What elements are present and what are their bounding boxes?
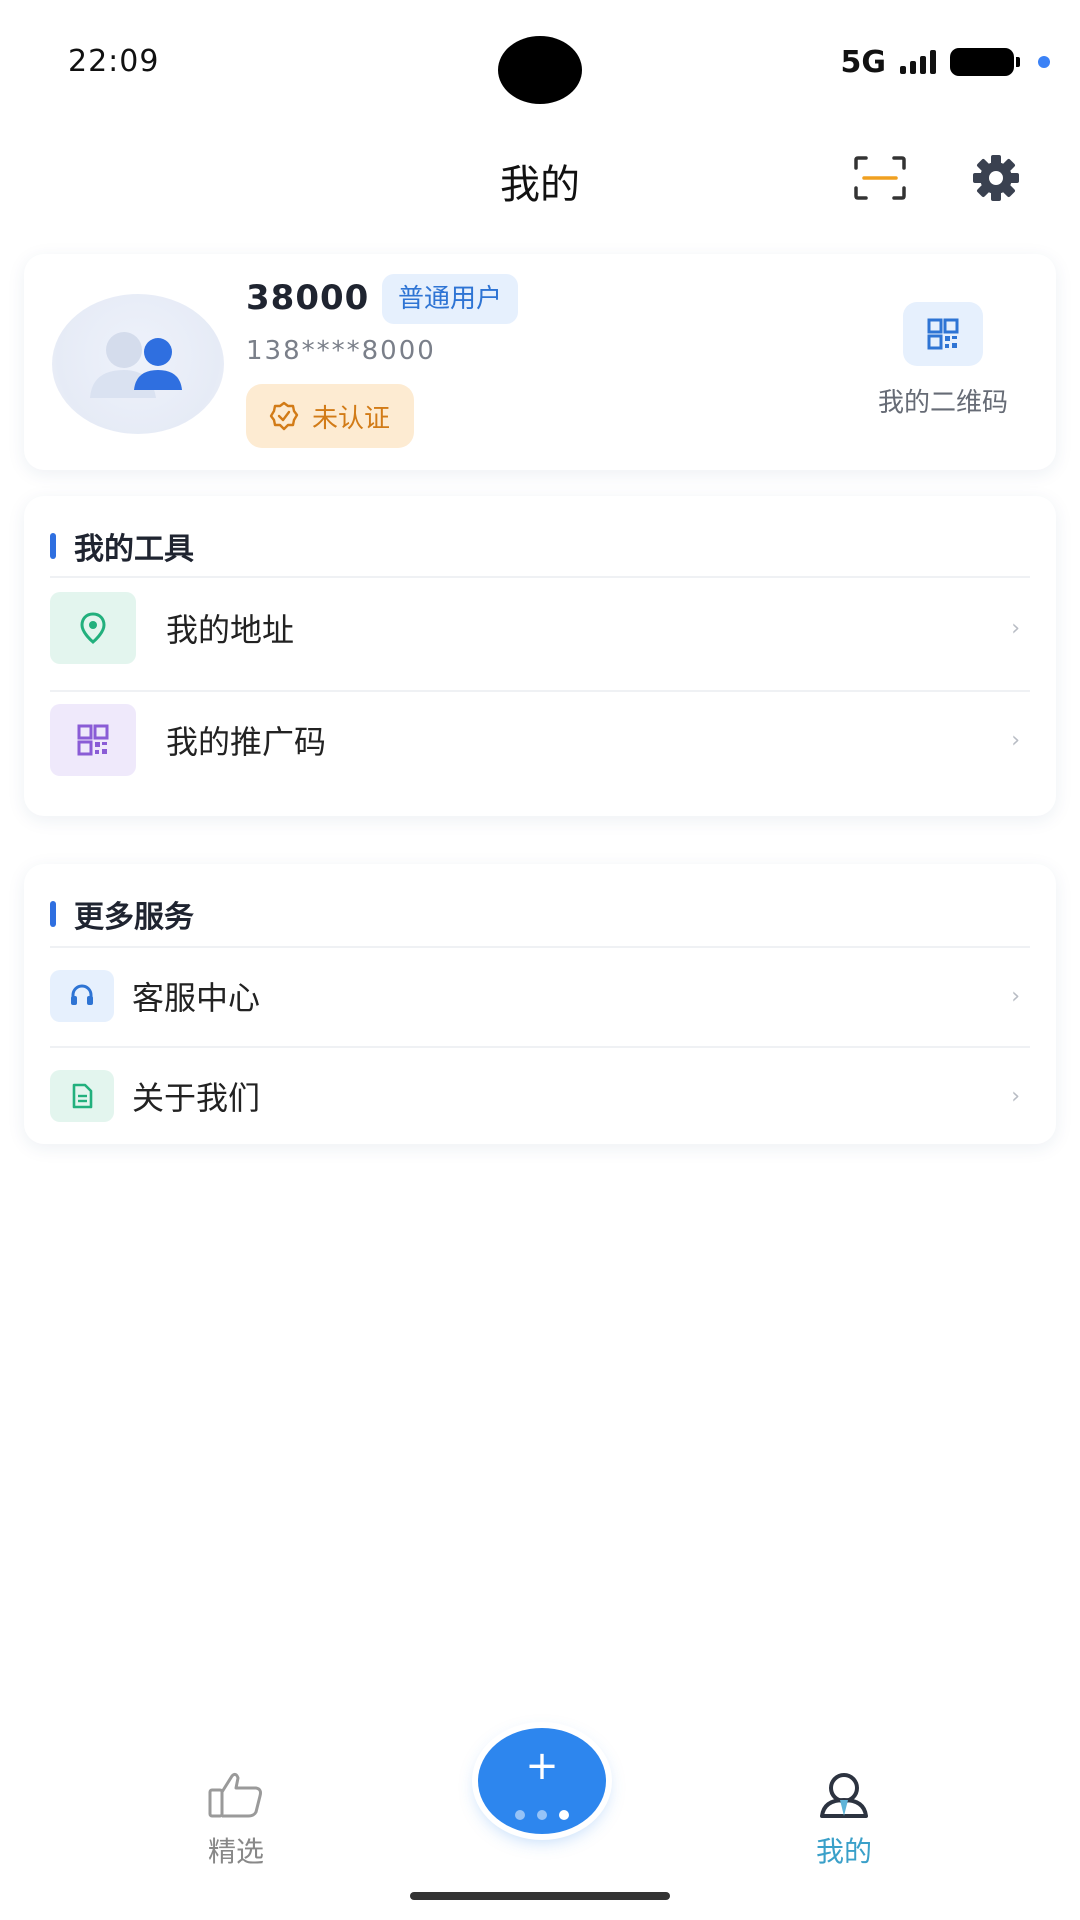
page-title: 我的	[500, 162, 580, 208]
tab-label: 我的	[815, 1835, 872, 1868]
scan-icon	[854, 156, 906, 200]
verify-status-label: 未认证	[312, 403, 391, 434]
avatar[interactable]	[52, 294, 224, 434]
qr-code-icon	[927, 318, 959, 350]
chevron-right-icon: ›	[1011, 615, 1020, 641]
divider	[50, 946, 1030, 948]
plus-icon: +	[525, 1743, 559, 1789]
tab-mine[interactable]: 我的	[764, 1770, 924, 1870]
tab-label: 精选	[207, 1835, 264, 1868]
page-header: 我的	[0, 140, 1080, 220]
section-title: 我的工具	[74, 532, 194, 567]
location-icon-tile	[50, 592, 136, 664]
home-indicator[interactable]	[410, 1892, 670, 1900]
qr-code-tile	[903, 302, 983, 366]
profile-card[interactable]: 38000 普通用户 138****8000 未认证 我的二维码	[24, 254, 1056, 470]
user-level-badge: 普通用户	[382, 274, 519, 324]
notification-dot	[1038, 56, 1050, 68]
page-dots	[478, 1810, 606, 1820]
bottom-tab-bar: 精选 + 我的	[0, 1700, 1080, 1920]
phone-number: 138****8000	[246, 336, 436, 366]
qr-code-label: 我的二维码	[877, 388, 1008, 418]
status-bar: 22:09 5G	[0, 0, 1080, 120]
username: 38000	[246, 278, 370, 318]
menu-item-label: 我的推广码	[166, 723, 327, 761]
headset-icon-tile	[50, 970, 114, 1022]
scan-button[interactable]	[852, 154, 908, 202]
chevron-right-icon: ›	[1011, 727, 1020, 753]
menu-item-address[interactable]: 我的地址 ›	[50, 592, 1030, 664]
location-pin-icon	[80, 612, 106, 644]
chevron-right-icon: ›	[1011, 1083, 1020, 1109]
document-icon-tile	[50, 1070, 114, 1122]
promo-icon-tile	[50, 704, 136, 776]
gear-icon	[973, 155, 1019, 201]
headset-icon	[71, 984, 93, 1005]
qr-code-icon	[77, 724, 109, 756]
signal-icon	[900, 50, 936, 74]
thumbs-up-icon	[208, 1772, 262, 1818]
chevron-right-icon: ›	[1011, 983, 1020, 1009]
add-button[interactable]: +	[478, 1728, 606, 1834]
divider	[50, 1046, 1030, 1048]
settings-button[interactable]	[970, 152, 1022, 204]
my-qr-code-button[interactable]: 我的二维码	[858, 302, 1028, 419]
user-group-icon	[90, 332, 182, 398]
menu-item-label: 关于我们	[132, 1079, 261, 1117]
status-indicators: 5G	[840, 44, 1050, 80]
services-card: 更多服务 客服中心 › 关于我们 ›	[24, 864, 1056, 1144]
tools-card: 我的工具 我的地址 › 我的推广码 ›	[24, 496, 1056, 816]
menu-item-promo-code[interactable]: 我的推广码 ›	[50, 704, 1030, 776]
status-time: 22:09	[68, 44, 160, 79]
section-title: 更多服务	[74, 900, 194, 935]
section-accent-bar	[50, 533, 56, 559]
divider	[50, 576, 1030, 578]
menu-item-customer-service[interactable]: 客服中心 ›	[50, 970, 1030, 1022]
verify-status-button[interactable]: 未认证	[246, 384, 415, 448]
camera-cutout	[498, 36, 582, 104]
menu-item-label: 客服中心	[132, 979, 261, 1017]
section-accent-bar	[50, 901, 56, 927]
verified-badge-icon	[269, 401, 299, 431]
divider	[50, 690, 1030, 692]
menu-item-about-us[interactable]: 关于我们 ›	[50, 1070, 1030, 1122]
section-header: 更多服务	[50, 892, 194, 936]
battery-icon	[950, 48, 1020, 76]
section-header: 我的工具	[50, 524, 194, 568]
menu-item-label: 我的地址	[166, 611, 295, 649]
network-type: 5G	[840, 44, 887, 80]
tab-featured[interactable]: 精选	[156, 1770, 316, 1870]
user-icon	[820, 1773, 868, 1818]
document-icon	[72, 1083, 93, 1109]
